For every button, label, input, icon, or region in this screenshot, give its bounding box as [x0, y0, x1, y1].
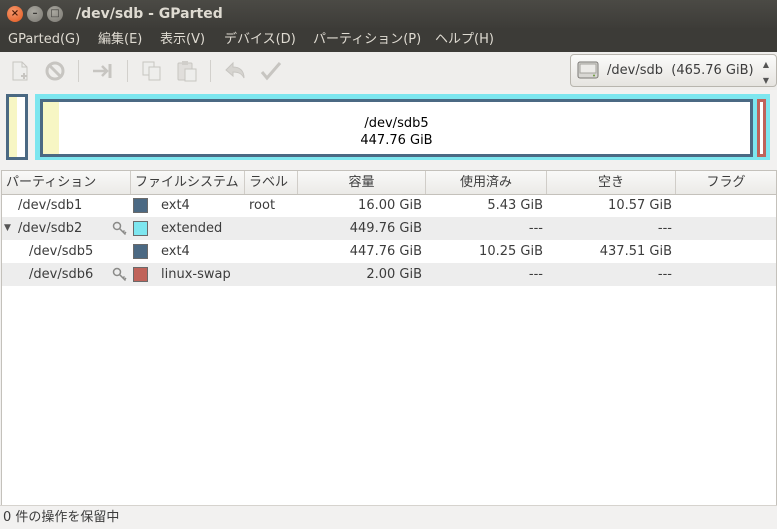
column-header-partition[interactable]: パーティション	[2, 171, 131, 194]
used-space-bar	[9, 97, 17, 157]
cell-partition: /dev/sdb6	[29, 267, 94, 282]
partition-block-extended[interactable]: /dev/sdb5 447.76 GiB	[35, 94, 770, 160]
cell-unused: 437.51 GiB	[599, 244, 672, 259]
menu-gparted[interactable]: GParted(G)	[8, 28, 80, 52]
cell-size: 16.00 GiB	[358, 198, 422, 213]
copy-icon[interactable]	[140, 60, 164, 82]
cell-size: 447.76 GiB	[349, 244, 422, 259]
column-header-size[interactable]: 容量	[298, 171, 426, 194]
fs-color-swatch	[133, 267, 148, 282]
cell-unused: ---	[657, 267, 672, 282]
cell-size: 449.76 GiB	[349, 221, 422, 236]
cell-partition: /dev/sdb5	[29, 244, 94, 259]
harddisk-icon	[577, 61, 599, 79]
partition-block-label: /dev/sdb5 447.76 GiB	[43, 115, 750, 149]
window-title: /dev/sdb - GParted	[76, 6, 223, 22]
cell-size: 2.00 GiB	[366, 267, 422, 282]
table-row[interactable]: /dev/sdb5 ext4 447.76 GiB 10.25 GiB 437.…	[2, 240, 776, 263]
apply-icon[interactable]	[259, 60, 283, 82]
cell-label: root	[249, 198, 276, 213]
minimize-window-button[interactable]: –	[27, 6, 43, 22]
cell-filesystem: linux-swap	[161, 267, 231, 282]
fs-color-swatch	[133, 198, 148, 213]
cell-used: ---	[528, 267, 543, 282]
cell-used: ---	[528, 221, 543, 236]
status-bar: 0 件の操作を保留中	[0, 505, 777, 528]
column-header-label[interactable]: ラベル	[245, 171, 298, 194]
device-selector[interactable]: /dev/sdb (465.76 GiB) ▲ ▼	[570, 54, 777, 87]
fs-color-swatch	[133, 221, 148, 236]
table-row[interactable]: /dev/sdb1 ext4 root 16.00 GiB 5.43 GiB 1…	[2, 194, 776, 217]
disk-map: /dev/sdb5 447.76 GiB	[0, 90, 777, 166]
undo-icon[interactable]	[223, 60, 247, 82]
partition-block-size: 447.76 GiB	[360, 133, 433, 148]
partition-block-sdb5[interactable]: /dev/sdb5 447.76 GiB	[40, 99, 753, 157]
column-header-unused[interactable]: 空き	[547, 171, 676, 194]
menu-view[interactable]: 表示(V)	[160, 28, 205, 52]
partition-block-sdb6[interactable]	[757, 99, 766, 157]
column-header-filesystem[interactable]: ファイルシステム	[131, 171, 245, 194]
cell-unused: 10.57 GiB	[608, 198, 672, 213]
column-header-used[interactable]: 使用済み	[426, 171, 547, 194]
toolbar-separator	[78, 60, 79, 82]
maximize-window-button[interactable]: □	[47, 6, 63, 22]
paste-icon[interactable]	[175, 60, 199, 82]
partition-table: パーティション ファイルシステム ラベル 容量 使用済み 空き フラグ /dev…	[1, 170, 777, 505]
device-label: /dev/sdb (465.76 GiB)	[607, 63, 754, 78]
key-icon	[112, 221, 127, 236]
menu-bar: GParted(G) 編集(E) 表示(V) デバイス(D) パーティション(P…	[0, 28, 777, 52]
column-header-flags[interactable]: フラグ	[676, 171, 776, 194]
cell-partition: /dev/sdb2	[18, 221, 83, 236]
cell-unused: ---	[657, 221, 672, 236]
cell-filesystem: extended	[161, 221, 223, 236]
menu-partition[interactable]: パーティション(P)	[313, 28, 421, 52]
partition-block-sdb1[interactable]	[6, 94, 28, 160]
close-window-button[interactable]: ×	[7, 6, 23, 22]
cell-used: 5.43 GiB	[487, 198, 543, 213]
key-icon	[112, 267, 127, 282]
expander-icon[interactable]: ▼	[4, 217, 11, 240]
title-bar: × – □ /dev/sdb - GParted	[0, 0, 777, 28]
menu-device[interactable]: デバイス(D)	[224, 28, 296, 52]
resize-move-icon[interactable]	[91, 60, 115, 82]
cell-filesystem: ext4	[161, 244, 190, 259]
table-row[interactable]: ▼ /dev/sdb2 extended 449.76 GiB --- ---	[2, 217, 776, 240]
table-header: パーティション ファイルシステム ラベル 容量 使用済み 空き フラグ	[2, 171, 776, 195]
menu-help[interactable]: ヘルプ(H)	[435, 28, 494, 52]
menu-edit[interactable]: 編集(E)	[98, 28, 142, 52]
cell-partition: /dev/sdb1	[18, 198, 83, 213]
combo-arrows-icon: ▲ ▼	[762, 60, 770, 85]
table-row[interactable]: /dev/sdb6 linux-swap 2.00 GiB --- ---	[2, 263, 776, 286]
new-partition-icon[interactable]	[8, 60, 32, 82]
cell-used: 10.25 GiB	[479, 244, 543, 259]
cell-filesystem: ext4	[161, 198, 190, 213]
fs-color-swatch	[133, 244, 148, 259]
toolbar-separator	[210, 60, 211, 82]
toolbar-separator	[127, 60, 128, 82]
delete-icon[interactable]	[43, 60, 67, 82]
partition-block-name: /dev/sdb5	[364, 116, 429, 131]
